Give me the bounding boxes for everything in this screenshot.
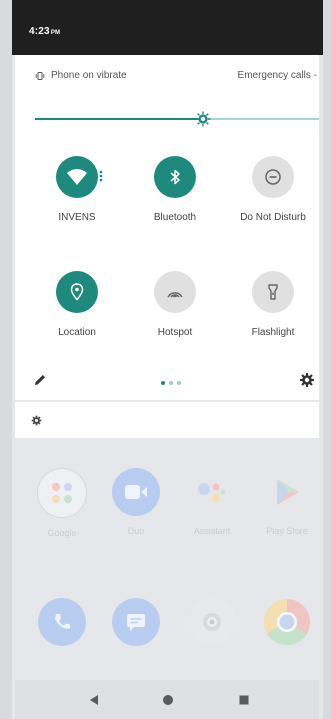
tile-wifi[interactable]: INVENS xyxy=(32,156,122,223)
location-icon xyxy=(70,283,84,301)
tile-label: Flashlight xyxy=(251,327,295,338)
notification-settings-bar[interactable] xyxy=(15,402,319,438)
status-bar: 4:23PM xyxy=(12,0,323,55)
app-google[interactable]: Google xyxy=(27,468,97,538)
ringer-status[interactable]: Phone on vibrate xyxy=(35,70,127,81)
page-indicator xyxy=(161,381,181,385)
recents-icon[interactable] xyxy=(238,694,250,706)
dock-chrome[interactable] xyxy=(252,598,322,646)
app-assistant[interactable]: Assistant xyxy=(177,468,247,536)
app-label: Assistant xyxy=(193,526,231,536)
tile-location[interactable]: Location xyxy=(32,271,122,338)
phone-screen: 4:23PM Phone on vibrate Emergency calls … xyxy=(0,0,331,719)
app-label: Play Store xyxy=(266,526,308,536)
home-screen: Google Duo Assistant Play Store xyxy=(15,440,319,650)
hotspot-tile-circle[interactable] xyxy=(154,271,196,313)
settings-gear-icon[interactable] xyxy=(299,372,315,388)
app-label: Google xyxy=(47,528,77,538)
tile-label: Hotspot xyxy=(157,327,193,338)
status-time: 4:23PM xyxy=(29,26,61,37)
tile-label: Location xyxy=(58,327,96,338)
tile-label: INVENS xyxy=(58,212,96,223)
dock-camera[interactable] xyxy=(177,598,247,646)
quick-settings-panel: Phone on vibrate Emergency calls - INVEN… xyxy=(15,55,319,400)
page-dot xyxy=(177,381,181,385)
brightness-thumb-icon[interactable] xyxy=(195,111,211,127)
hotspot-icon xyxy=(167,292,183,298)
app-label: Duo xyxy=(127,526,145,536)
flashlight-icon xyxy=(268,284,278,300)
bluetooth-tile-circle[interactable] xyxy=(154,156,196,198)
navigation-bar xyxy=(15,680,319,719)
quick-settings-footer xyxy=(15,367,319,397)
dock-phone[interactable] xyxy=(27,598,97,646)
ringer-status-label: Phone on vibrate xyxy=(51,70,127,81)
tile-label: Bluetooth xyxy=(153,212,197,223)
phone-icon xyxy=(38,598,86,646)
chrome-icon xyxy=(263,598,311,646)
tile-label: Do Not Disturb xyxy=(240,212,306,223)
frame-right xyxy=(323,0,331,719)
edit-pencil-icon[interactable] xyxy=(33,373,47,387)
frame-left xyxy=(0,0,12,719)
tile-do-not-disturb[interactable]: Do Not Disturb xyxy=(228,156,318,223)
home-icon[interactable] xyxy=(162,694,174,706)
play-store-icon xyxy=(263,468,311,516)
brightness-fill xyxy=(35,118,203,120)
small-gear-icon[interactable] xyxy=(31,415,42,426)
camera-icon xyxy=(188,598,236,646)
vibrate-icon xyxy=(35,71,45,80)
tile-bluetooth[interactable]: Bluetooth xyxy=(130,156,220,223)
app-duo[interactable]: Duo xyxy=(101,468,171,536)
brightness-slider[interactable] xyxy=(35,111,319,127)
location-tile-circle[interactable] xyxy=(56,271,98,313)
dnd-tile-circle[interactable] xyxy=(252,156,294,198)
emergency-calls-label: Emergency calls - xyxy=(237,70,317,81)
wifi-icon xyxy=(67,169,87,185)
tile-hotspot[interactable]: Hotspot xyxy=(130,271,220,338)
more-options-icon xyxy=(99,170,103,182)
page-dot xyxy=(161,381,165,385)
tile-flashlight[interactable]: Flashlight xyxy=(228,271,318,338)
dock-messages[interactable] xyxy=(101,598,171,646)
duo-icon xyxy=(112,468,160,516)
page-dot xyxy=(169,381,173,385)
do-not-disturb-icon xyxy=(265,169,281,185)
back-icon[interactable] xyxy=(88,694,100,706)
flashlight-tile-circle[interactable] xyxy=(252,271,294,313)
assistant-icon xyxy=(188,468,236,516)
google-folder-icon xyxy=(37,468,87,518)
messages-icon xyxy=(112,598,160,646)
app-play-store[interactable]: Play Store xyxy=(252,468,322,536)
wifi-tile-circle[interactable] xyxy=(56,156,98,198)
bluetooth-icon xyxy=(170,169,180,185)
